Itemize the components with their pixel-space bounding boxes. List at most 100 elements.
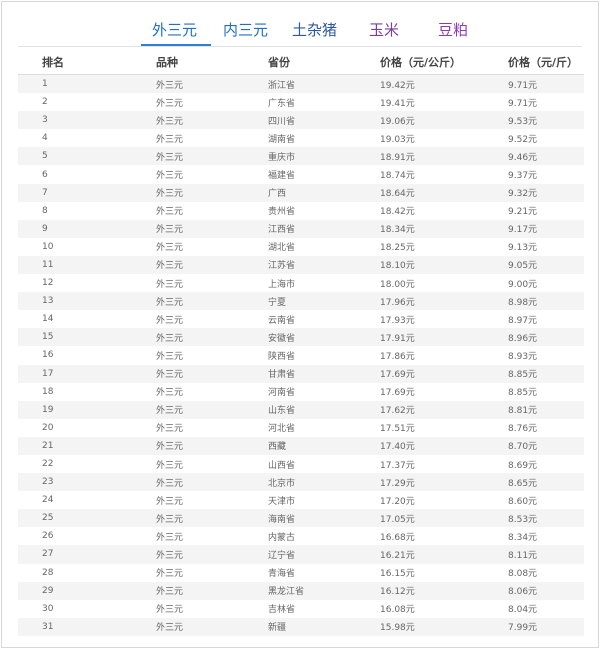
cell-rank: 15 <box>42 332 54 343</box>
tab-waisanyuan[interactable]: 外三元 <box>152 16 197 44</box>
cell-breed: 外三元 <box>156 370 184 381</box>
cell-rank: 4 <box>42 133 48 144</box>
cell-province: 山西省 <box>268 460 296 471</box>
header-province: 省份 <box>268 56 290 69</box>
cell-price-jin: 9.21元 <box>508 207 538 218</box>
cell-price-kg: 16.21元 <box>380 550 415 561</box>
cell-province: 北京市 <box>268 478 296 489</box>
cell-price-jin: 8.11元 <box>508 550 538 561</box>
cell-price-kg: 17.91元 <box>380 333 415 344</box>
cell-price-jin: 9.05元 <box>508 261 538 272</box>
cell-price-jin: 9.71元 <box>508 80 538 91</box>
cell-price-jin: 8.96元 <box>508 333 538 344</box>
cell-rank: 23 <box>42 477 54 488</box>
cell-breed: 外三元 <box>156 207 184 218</box>
cell-price-jin: 8.93元 <box>508 351 538 362</box>
table-body: 1 外三元 浙江省 19.42元 9.71元 2 外三元 广东省 19.41元 9.71元 3 外三元… <box>18 75 584 636</box>
cell-breed: 外三元 <box>156 225 184 236</box>
cell-rank: 21 <box>42 440 54 451</box>
cell-province: 浙江省 <box>268 80 296 91</box>
tabs-divider <box>18 46 582 47</box>
cell-rank: 22 <box>42 459 54 470</box>
cell-breed: 外三元 <box>156 116 184 127</box>
cell-province: 安徽省 <box>268 333 296 344</box>
cell-rank: 27 <box>42 549 54 560</box>
table-row: 18 外三元 河南省 17.69元 8.85元 <box>18 383 584 401</box>
cell-rank: 13 <box>42 296 54 307</box>
cell-province: 甘肃省 <box>268 370 296 381</box>
cell-rank: 30 <box>42 603 54 614</box>
cell-rank: 8 <box>42 205 48 216</box>
cell-price-jin: 8.08元 <box>508 569 538 580</box>
cell-province: 天津市 <box>268 496 296 507</box>
price-panel: 外三元 内三元 土杂猪 玉米 豆粕 排名 品种 省份 价格（元/公斤） 价格（元… <box>1 1 599 648</box>
cell-province: 广西 <box>268 189 287 200</box>
cell-province: 贵州省 <box>268 207 296 218</box>
cell-price-kg: 18.10元 <box>380 261 415 272</box>
cell-province: 黑龙江省 <box>268 587 305 598</box>
header-price-kg: 价格（元/公斤） <box>380 56 462 69</box>
cell-price-jin: 9.37元 <box>508 171 538 182</box>
cell-price-jin: 9.32元 <box>508 189 538 200</box>
cell-province: 福建省 <box>268 171 296 182</box>
table-row: 17 外三元 甘肃省 17.69元 8.85元 <box>18 364 584 383</box>
cell-price-kg: 15.98元 <box>380 623 415 634</box>
cell-price-kg: 17.86元 <box>380 351 415 362</box>
cell-price-jin: 8.34元 <box>508 532 538 543</box>
cell-breed: 外三元 <box>156 134 184 145</box>
table-row: 6 外三元 福建省 18.74元 9.37元 <box>18 165 584 183</box>
tab-tuzazhu[interactable]: 土杂猪 <box>292 16 337 44</box>
cell-rank: 20 <box>42 422 54 433</box>
cell-price-kg: 19.06元 <box>380 116 415 127</box>
cell-rank: 25 <box>42 513 54 524</box>
tab-doupo[interactable]: 豆粕 <box>438 16 468 44</box>
cell-province: 陕西省 <box>268 351 296 362</box>
cell-price-jin: 8.97元 <box>508 315 538 326</box>
cell-breed: 外三元 <box>156 478 184 489</box>
table-row: 1 外三元 浙江省 19.42元 9.71元 <box>18 75 584 94</box>
cell-price-kg: 17.29元 <box>380 478 415 489</box>
header-breed: 品种 <box>156 56 178 69</box>
cell-rank: 12 <box>42 278 54 289</box>
cell-price-jin: 9.17元 <box>508 225 538 236</box>
cell-province: 江西省 <box>268 225 296 236</box>
cell-rank: 3 <box>42 115 48 126</box>
cell-price-jin: 8.76元 <box>508 424 538 435</box>
cell-breed: 外三元 <box>156 514 184 525</box>
cell-price-kg: 17.05元 <box>380 514 415 525</box>
cell-province: 云南省 <box>268 315 296 326</box>
tab-neisanyuan[interactable]: 内三元 <box>223 16 268 44</box>
table-row: 3 外三元 四川省 19.06元 9.53元 <box>18 111 584 130</box>
cell-price-jin: 8.81元 <box>508 406 538 417</box>
cell-price-kg: 17.37元 <box>380 460 415 471</box>
cell-breed: 外三元 <box>156 80 184 91</box>
tab-yumi[interactable]: 玉米 <box>369 16 399 44</box>
cell-province: 上海市 <box>268 279 296 290</box>
cell-price-kg: 18.42元 <box>380 207 415 218</box>
table-row: 29 外三元 黑龙江省 16.12元 8.06元 <box>18 581 584 600</box>
table-row: 15 外三元 安徽省 17.91元 8.96元 <box>18 328 584 347</box>
table-row: 4 外三元 湖南省 19.03元 9.52元 <box>18 129 584 147</box>
cell-price-jin: 8.70元 <box>508 442 538 453</box>
table-row: 11 外三元 江苏省 18.10元 9.05元 <box>18 255 584 275</box>
cell-price-kg: 16.15元 <box>380 569 415 580</box>
cell-price-kg: 16.12元 <box>380 587 415 598</box>
table-row: 27 外三元 辽宁省 16.21元 8.11元 <box>18 545 584 564</box>
cell-rank: 26 <box>42 531 54 542</box>
cell-price-jin: 8.98元 <box>508 297 538 308</box>
cell-province: 宁夏 <box>268 297 287 308</box>
cell-price-jin: 8.65元 <box>508 478 538 489</box>
cell-province: 辽宁省 <box>268 550 296 561</box>
cell-rank: 19 <box>42 404 54 415</box>
cell-breed: 外三元 <box>156 496 184 507</box>
cell-breed: 外三元 <box>156 532 184 543</box>
table-row: 16 外三元 陕西省 17.86元 8.93元 <box>18 346 584 364</box>
cell-breed: 外三元 <box>156 623 184 634</box>
cell-price-kg: 18.25元 <box>380 243 415 254</box>
cell-province: 湖南省 <box>268 134 296 145</box>
cell-breed: 外三元 <box>156 189 184 200</box>
cell-price-kg: 17.93元 <box>380 315 415 326</box>
cell-province: 河南省 <box>268 388 296 399</box>
table-row: 12 外三元 上海市 18.00元 9.00元 <box>18 274 584 292</box>
cell-price-jin: 8.85元 <box>508 388 538 399</box>
